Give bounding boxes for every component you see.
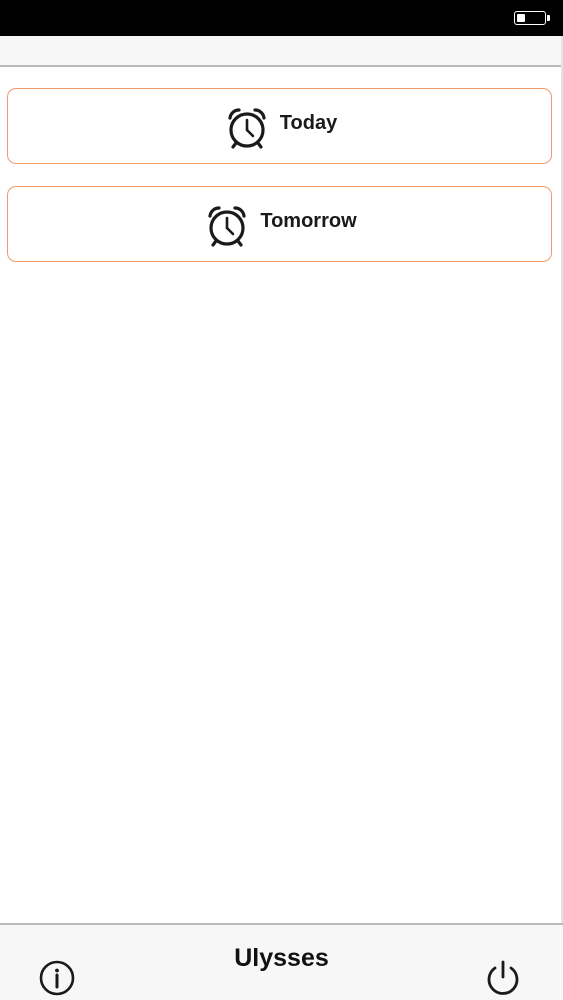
alarm-clock-icon xyxy=(228,108,266,149)
tab-bar: Ulysses xyxy=(0,923,563,1000)
tomorrow-alarm-button[interactable]: Tomorrow xyxy=(7,186,552,262)
power-icon[interactable] xyxy=(484,958,522,996)
today-alarm-button[interactable]: Today xyxy=(7,88,552,164)
battery-icon xyxy=(514,11,550,25)
battery-level xyxy=(517,14,525,22)
info-icon[interactable] xyxy=(38,959,76,997)
alarm-clock-icon xyxy=(208,206,246,247)
today-alarm-label: Today xyxy=(279,111,338,134)
alarm-list: Today Tomorrow xyxy=(0,67,563,923)
app-title: Ulysses xyxy=(234,944,329,972)
status-bar xyxy=(0,0,563,36)
tomorrow-alarm-label: Tomorrow xyxy=(260,209,357,232)
navigation-bar xyxy=(0,36,563,67)
